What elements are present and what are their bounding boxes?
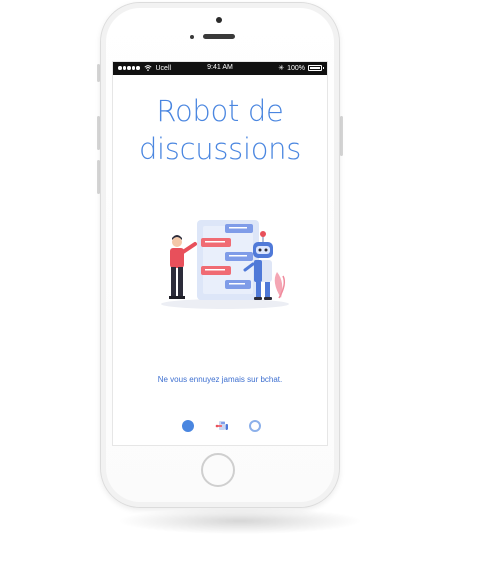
tagline: Ne vous ennuyez jamais sur bchat.: [157, 375, 283, 384]
chatbot-illustration: [161, 220, 289, 309]
page-dot-3[interactable]: [249, 420, 261, 432]
phone-shadow: [120, 508, 360, 534]
power-button: [340, 116, 343, 156]
home-button[interactable]: [201, 453, 235, 487]
bluetooth-icon: ✳: [278, 65, 285, 72]
man-figure: [169, 235, 197, 299]
title-line-2: discussions: [138, 132, 302, 166]
mini-illustration-icon[interactable]: [215, 420, 229, 432]
title-line-1: Robot de: [156, 94, 284, 128]
phone-screen: Ucell 9:41 AM ✳ 100% Robot de discussion…: [112, 61, 328, 446]
page-title: Robot de discussions: [113, 92, 327, 168]
battery-icon: [308, 65, 324, 71]
proximity-sensor: [190, 35, 194, 39]
front-camera-icon: [216, 17, 222, 23]
page-indicator: [179, 418, 265, 434]
status-bar: Ucell 9:41 AM ✳ 100%: [113, 62, 327, 75]
page-dot-1-active[interactable]: [182, 420, 194, 432]
battery-percent: 100%: [287, 64, 305, 72]
earpiece-speaker: [203, 34, 235, 39]
